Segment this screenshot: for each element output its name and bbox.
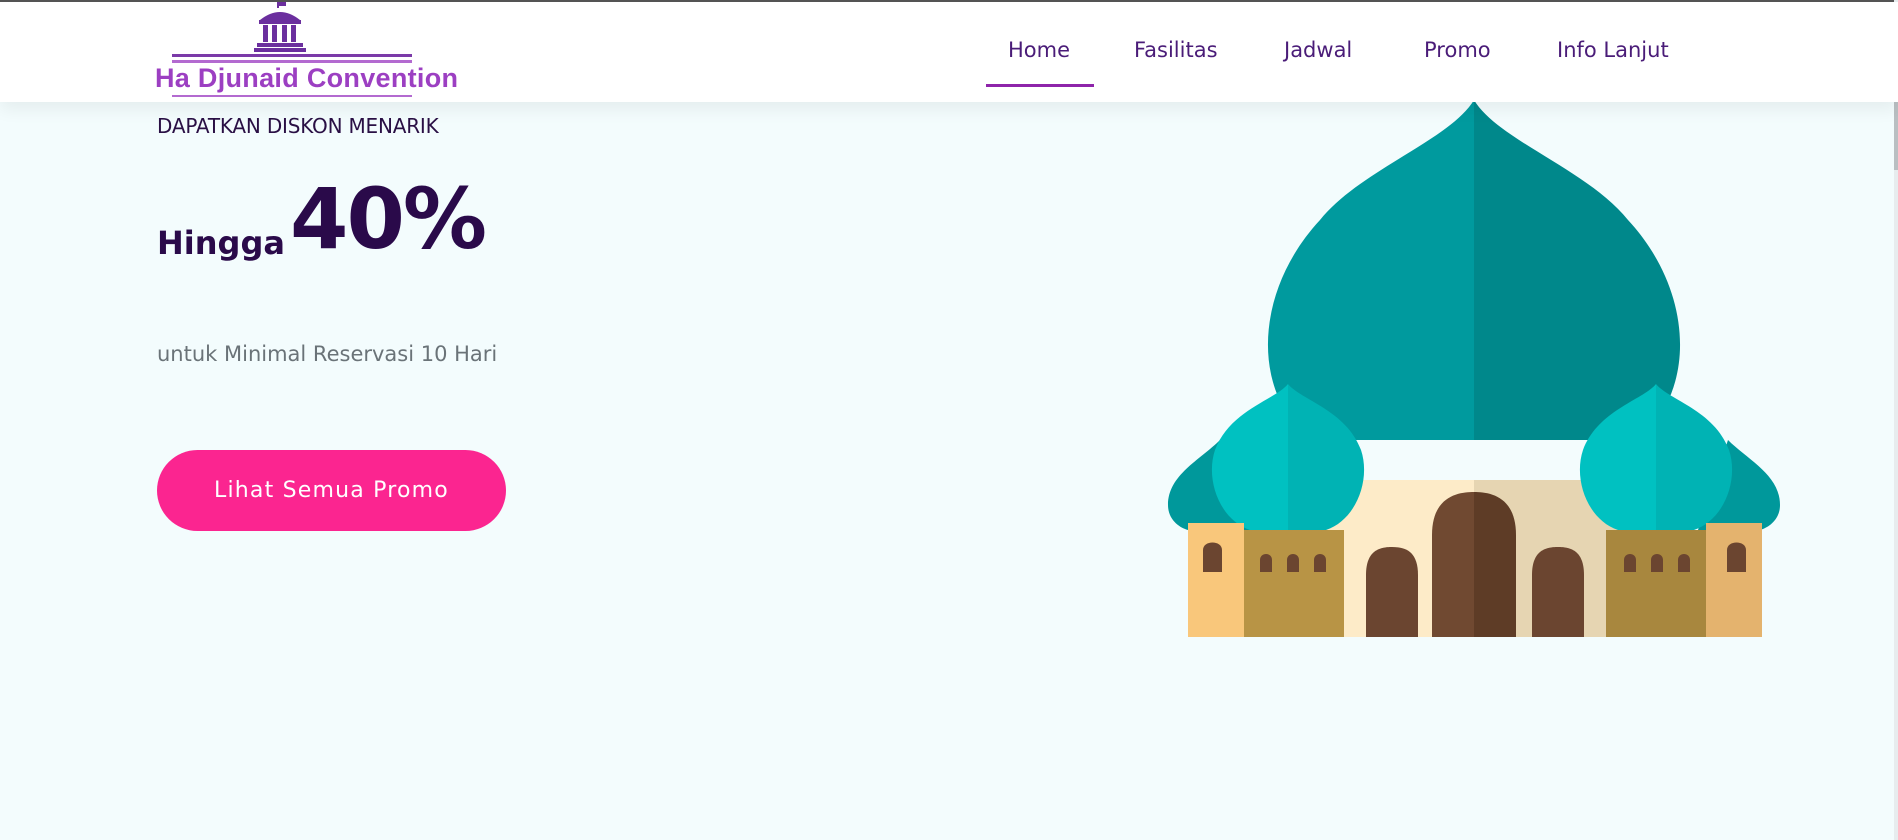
mosque-illustration (1168, 100, 1780, 637)
see-all-promo-button[interactable]: Lihat Semua Promo (157, 450, 506, 531)
building-columns-icon (254, 2, 306, 52)
discount-prefix: Hingga (157, 224, 285, 262)
brand-name: Ha Djunaid Convention (155, 63, 459, 93)
nav-home[interactable]: Home (1008, 38, 1070, 62)
logo-line (172, 95, 412, 97)
hero-subtext: untuk Minimal Reservasi 10 Hari (157, 342, 498, 366)
brand-logo[interactable]: Ha Djunaid Convention (152, 2, 458, 102)
active-nav-indicator (986, 84, 1094, 87)
nav-fasilitas[interactable]: Fasilitas (1134, 38, 1218, 62)
nav-jadwal[interactable]: Jadwal (1284, 38, 1352, 62)
hero-eyebrow: DAPATKAN DISKON MENARIK (157, 114, 439, 138)
discount-value: 40% (290, 170, 487, 268)
nav-info-lanjut[interactable]: Info Lanjut (1557, 38, 1669, 62)
top-navbar: Ha Djunaid Convention Home Fasilitas Jad… (0, 2, 1898, 102)
nav-promo[interactable]: Promo (1424, 38, 1491, 62)
scrollbar-track[interactable] (1894, 0, 1898, 840)
logo-line (172, 54, 412, 57)
